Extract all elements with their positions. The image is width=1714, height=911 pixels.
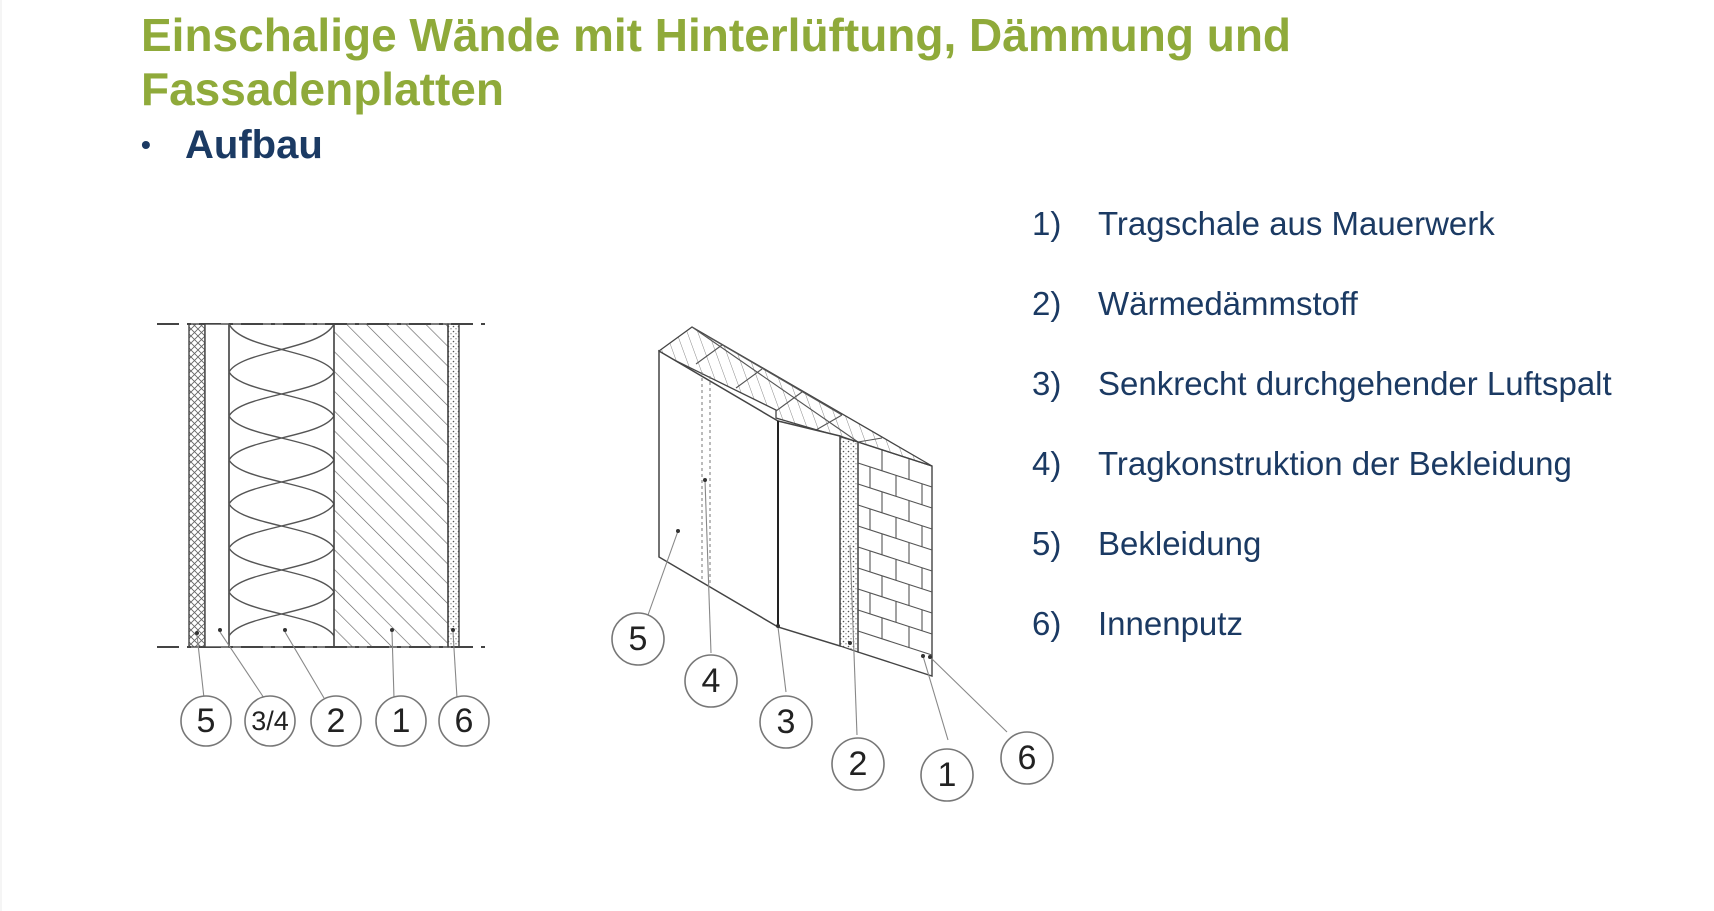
section-callout-label: 3/4 [251,706,289,736]
iso-callout-5: 5 [611,612,665,666]
section-callout-6: 6 [438,695,490,747]
section-callout-label: 5 [197,702,216,740]
isometric-wall-drawing: 5 4 3 2 1 6 [611,326,1054,802]
section-insulation-layer [228,323,335,648]
section-callout-3-4: 3/4 [244,695,296,747]
iso-callout-6: 6 [1000,731,1054,785]
section-callout-label: 2 [327,702,346,740]
section-plaster-layer [447,323,460,648]
iso-callout-2: 2 [831,737,885,791]
section-callout-label: 1 [392,702,411,740]
diagram-canvas: 5 3/4 2 1 6 5 4 3 2 1 6 [157,323,1054,802]
iso-callout-1: 1 [920,748,974,802]
slide: Einschalige Wände mit Hinterlüftung, Däm… [2,0,1714,911]
iso-masonry-side [857,441,933,677]
section-masonry-layer [333,323,449,648]
section-callout-1: 1 [375,695,427,747]
iso-callout-label: 4 [702,662,721,700]
iso-callout-label: 1 [938,756,957,794]
wall-section-drawing: 5 3/4 2 1 6 [157,323,492,747]
section-air-gap-layer [204,323,230,648]
iso-callout-label: 3 [777,703,796,741]
iso-insulation-edge [839,435,859,653]
iso-callout-3: 3 [759,695,813,749]
section-callout-label: 6 [455,702,474,740]
iso-callout-4: 4 [684,654,738,708]
section-cladding-layer [188,323,206,648]
iso-callout-label: 5 [629,620,648,658]
section-callout-2: 2 [310,695,362,747]
iso-callout-label: 6 [1018,739,1037,777]
section-callout-5: 5 [180,695,232,747]
iso-callout-label: 2 [849,745,868,783]
